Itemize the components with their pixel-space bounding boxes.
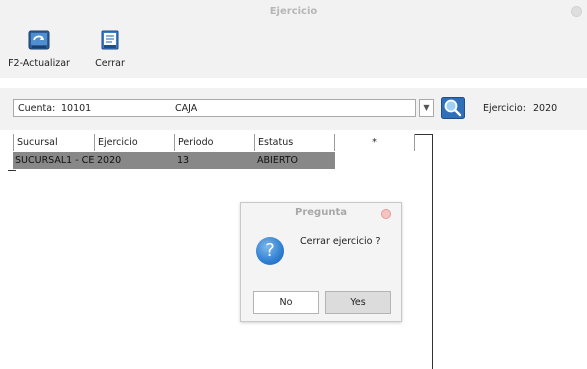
cuenta-label: Cuenta: — [18, 103, 56, 114]
refresh-button[interactable]: F2-Actualizar — [8, 30, 70, 69]
column-header-periodo[interactable]: Periodo — [175, 134, 255, 151]
confirm-dialog: Pregunta ? Cerrar ejercicio ? No Yes — [240, 202, 402, 322]
column-header-star[interactable]: * — [335, 134, 415, 151]
data-grid: Sucursal Ejercicio Periodo Estatus * SUC… — [13, 134, 415, 180]
ejercicio-field[interactable]: 2020 — [533, 103, 557, 114]
grid-divider — [8, 170, 16, 171]
panel-divider — [432, 134, 433, 369]
cell-ejercicio: 2020 — [97, 155, 122, 166]
cell-periodo: 13 — [177, 155, 190, 166]
dialog-message: Cerrar ejercicio ? — [300, 236, 381, 247]
toolbar: F2-Actualizar Cerrar — [0, 24, 587, 78]
chevron-down-icon: ▼ — [423, 103, 430, 112]
cuenta-field[interactable]: Cuenta: 10101 CAJA — [13, 99, 416, 117]
refresh-icon — [28, 30, 50, 50]
filter-bar: Cuenta: 10101 CAJA ▼ Ejercicio: 2020 — [0, 88, 587, 130]
window-titlebar: Ejercicio — [0, 0, 587, 24]
cell-sucursal: SUCURSAL1 - CEN — [15, 155, 95, 166]
dialog-title: Pregunta — [295, 207, 347, 218]
search-icon[interactable] — [441, 97, 465, 119]
close-button[interactable]: Cerrar — [90, 30, 130, 69]
cell-estatus: ABIERTO — [257, 155, 299, 166]
no-button[interactable]: No — [253, 291, 319, 314]
ejercicio-label: Ejercicio: — [483, 103, 526, 114]
cuenta-value[interactable]: 10101 — [61, 103, 91, 114]
question-icon: ? — [256, 237, 284, 265]
column-header-sucursal[interactable]: Sucursal — [13, 134, 95, 151]
cuenta-dropdown-button[interactable]: ▼ — [419, 99, 434, 117]
dialog-close-icon[interactable] — [381, 209, 391, 219]
window-control-icon[interactable] — [571, 6, 582, 17]
close-label: Cerrar — [95, 58, 125, 69]
table-row[interactable]: SUCURSAL1 - CEN 2020 13 ABIERTO — [13, 152, 335, 169]
cuenta-description: CAJA — [175, 103, 198, 114]
column-header-ejercicio[interactable]: Ejercicio — [95, 134, 175, 151]
window-title: Ejercicio — [269, 6, 318, 17]
document-close-icon — [101, 30, 119, 50]
panel-divider-top — [415, 134, 433, 135]
separator — [0, 78, 587, 88]
column-header-estatus[interactable]: Estatus — [255, 134, 335, 151]
refresh-label: F2-Actualizar — [8, 58, 70, 69]
yes-button[interactable]: Yes — [325, 291, 391, 314]
